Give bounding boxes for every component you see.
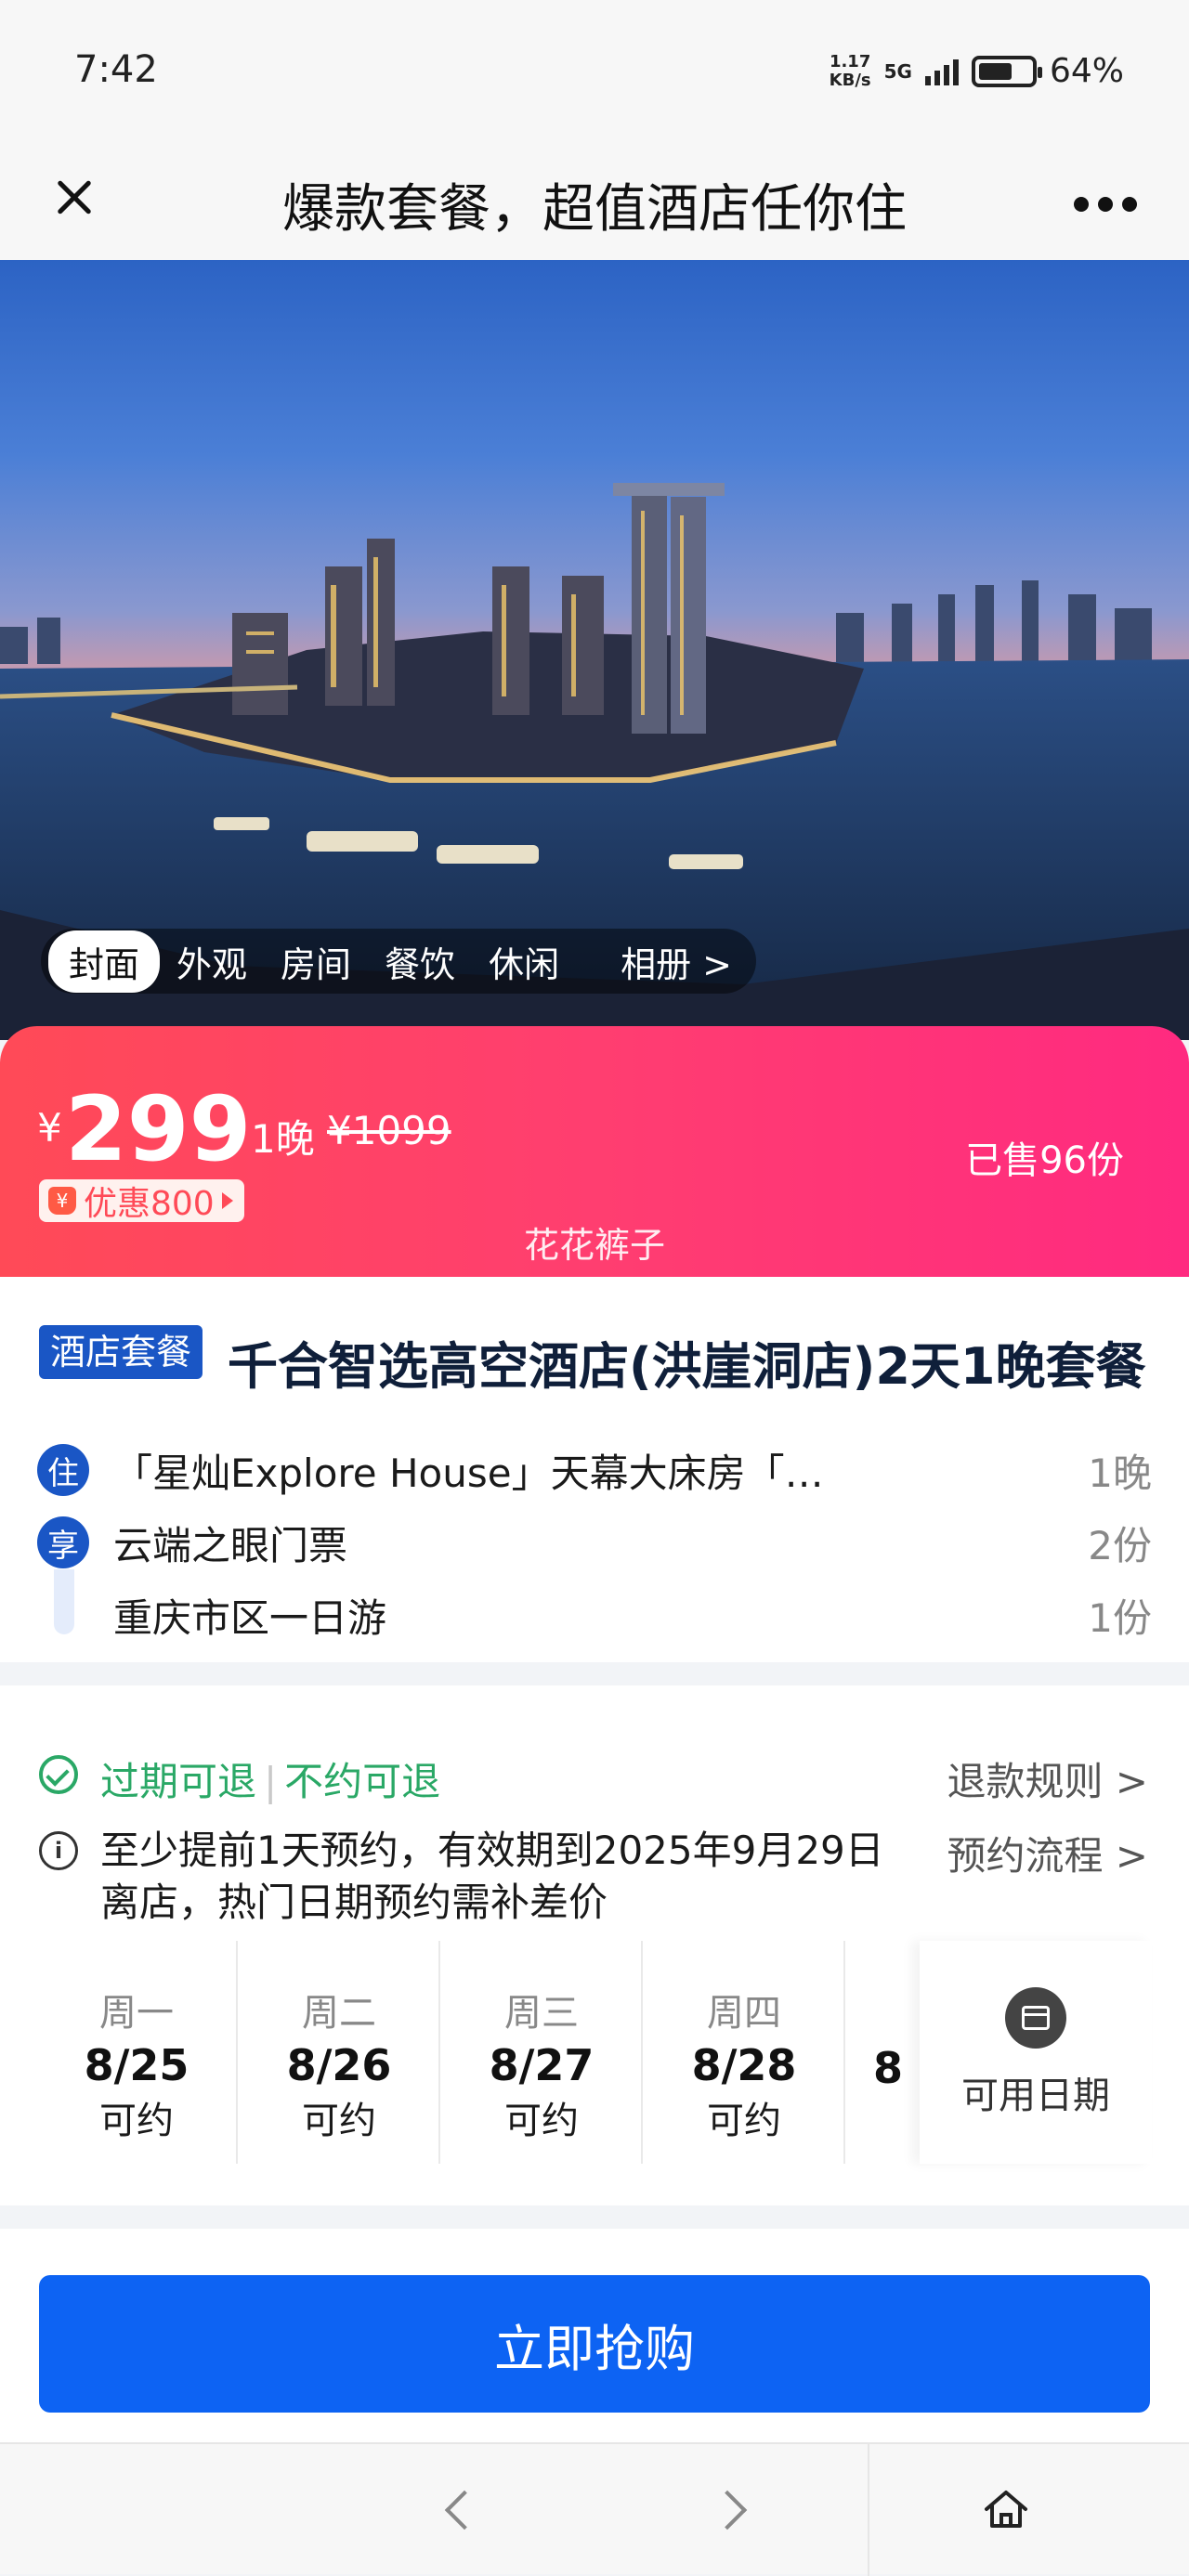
- photo-tab-dining[interactable]: 餐饮: [368, 936, 472, 987]
- package-item-text: 「星灿Explore House」天幕大床房「…: [113, 1450, 824, 1496]
- package-item-text: 云端之眼门票: [113, 1522, 348, 1568]
- date-status: 可约: [99, 2100, 174, 2142]
- hero-photo[interactable]: 封面 外观 房间 餐饮 休闲 相册 >: [0, 260, 1189, 1040]
- date-option[interactable]: 周四 8/28 可约: [645, 1941, 845, 2164]
- battery-percent: 64%: [1049, 52, 1124, 90]
- price-currency: ¥: [37, 1105, 62, 1151]
- battery-fill: [978, 62, 1012, 80]
- booking-flow-link[interactable]: 预约流程 >: [947, 1825, 1148, 1881]
- photo-tab-cover[interactable]: 封面: [48, 930, 161, 993]
- nav-divider: [868, 2444, 869, 2576]
- date-status: 可约: [707, 2100, 781, 2142]
- package-item: 住 「星灿Explore House」天幕大床房「… 1晚: [37, 1442, 1152, 1498]
- date-weekday: 周二: [302, 1992, 376, 2035]
- price-amount: 299: [65, 1077, 252, 1181]
- package-tag: 酒店套餐: [39, 1325, 203, 1379]
- date-day: 8/27: [489, 2040, 594, 2090]
- price-nights: 1晚: [251, 1116, 315, 1162]
- photo-tab-exterior[interactable]: 外观: [160, 936, 264, 987]
- more-options-icon[interactable]: [1068, 176, 1143, 232]
- available-dates-label: 可用日期: [961, 2075, 1110, 2117]
- refund-separator: |: [264, 1759, 278, 1804]
- forward-arrow-icon[interactable]: [707, 2490, 748, 2530]
- refund-rules-link[interactable]: 退款规则 >: [947, 1750, 1148, 1807]
- battery-icon: [971, 55, 1042, 87]
- package-item-qty: 2份: [1088, 1522, 1152, 1568]
- original-price: ¥1099: [327, 1108, 451, 1153]
- package-item-qty: 1份: [1088, 1594, 1152, 1641]
- check-circle-icon: [39, 1755, 78, 1794]
- package-info-card: 酒店套餐 千合智选高空酒店(洪崖洞店)2天1晚套餐 住 「星灿Explore H…: [0, 1277, 1189, 1662]
- speed-value: 1.17: [829, 51, 871, 72]
- money-bag-icon: ¥: [48, 1187, 76, 1215]
- timeline-bar: [54, 1569, 74, 1634]
- price-banner: ¥ 299 1晚 ¥1099 已售96份 ¥ 优惠800 花花裤子: [0, 1026, 1189, 1277]
- speed-unit: KB/s: [829, 70, 871, 90]
- date-option[interactable]: 周二 8/26 可约: [240, 1941, 440, 2164]
- date-option[interactable]: 周一 8/25 可约: [37, 1941, 238, 2164]
- package-item: 重庆市区一日游 1份: [37, 1587, 1152, 1643]
- play-arrow-icon: [221, 1192, 233, 1209]
- cta-area: 立即抢购: [0, 2229, 1189, 2442]
- date-weekday: 周三: [504, 1992, 579, 2035]
- back-arrow-icon[interactable]: [444, 2490, 485, 2530]
- enjoy-badge: 享: [37, 1516, 89, 1568]
- photo-album-link[interactable]: 相册 >: [604, 936, 749, 987]
- policy-card: 过期可退 | 不约可退 退款规则 > i 至少提前1天预约，有效期到2025年9月2…: [0, 1685, 1189, 2205]
- package-item-text: 重庆市区一日游: [113, 1594, 387, 1641]
- signal-icon: [924, 58, 959, 85]
- date-day: 8/26: [286, 2040, 392, 2090]
- date-weekday: 周一: [99, 1992, 174, 2035]
- network-type: 5G: [883, 59, 912, 83]
- info-icon: i: [39, 1831, 78, 1870]
- date-weekday: 周四: [707, 1992, 781, 2035]
- photo-category-tabs: 封面 外观 房间 餐饮 休闲 相册 >: [41, 929, 756, 994]
- buy-now-button[interactable]: 立即抢购: [39, 2275, 1150, 2413]
- package-title: 千合智选高空酒店(洪崖洞店)2天1晚套餐: [228, 1337, 1146, 1396]
- city-skyline-image: [0, 483, 1189, 1040]
- photo-tab-rooms[interactable]: 房间: [264, 936, 368, 987]
- date-status: 可约: [504, 2100, 579, 2142]
- status-bar: 7:42 1.17 KB/s 5G 64%: [0, 0, 1189, 149]
- page-title: 爆款套餐，超值酒店任你住: [282, 179, 907, 240]
- sold-count: 已售96份: [965, 1139, 1124, 1182]
- date-selector: 周一 8/25 可约 周二 8/26 可约 周三 8/27 可约 周四 8/28…: [37, 1941, 1152, 2164]
- available-dates-button[interactable]: 可用日期: [920, 1941, 1152, 2164]
- home-icon[interactable]: [983, 2489, 1029, 2530]
- stay-badge: 住: [37, 1444, 89, 1496]
- refund-unbooked: 不约可退: [284, 1759, 441, 1804]
- refund-policy: 过期可退 | 不约可退: [100, 1750, 440, 1807]
- date-day: 8/25: [84, 2040, 189, 2090]
- refund-expired: 过期可退: [100, 1759, 257, 1804]
- date-option-partial[interactable]: 8: [873, 2043, 903, 2093]
- booking-note: 至少提前1天预约，有效期到2025年9月29日离店，热门日期预约需补差价: [100, 1828, 884, 1925]
- date-status: 可约: [302, 2100, 376, 2142]
- title-bar: 爆款套餐，超值酒店任你住: [0, 149, 1189, 260]
- package-item-qty: 1晚: [1088, 1450, 1152, 1496]
- package-item: 享 云端之眼门票 2份: [37, 1515, 1152, 1570]
- date-option[interactable]: 周三 8/27 可约: [442, 1941, 643, 2164]
- calendar-icon: [1005, 1987, 1066, 2049]
- network-speed: 1.17 KB/s: [829, 51, 871, 90]
- date-day: 8/28: [691, 2040, 797, 2090]
- watermark: 花花裤子: [523, 1225, 665, 1266]
- photo-tab-leisure[interactable]: 休闲: [472, 936, 576, 987]
- browser-nav-bar: [0, 2442, 1189, 2576]
- status-icons: 1.17 KB/s 5G 64%: [830, 52, 1124, 90]
- status-time: 7:42: [74, 48, 158, 91]
